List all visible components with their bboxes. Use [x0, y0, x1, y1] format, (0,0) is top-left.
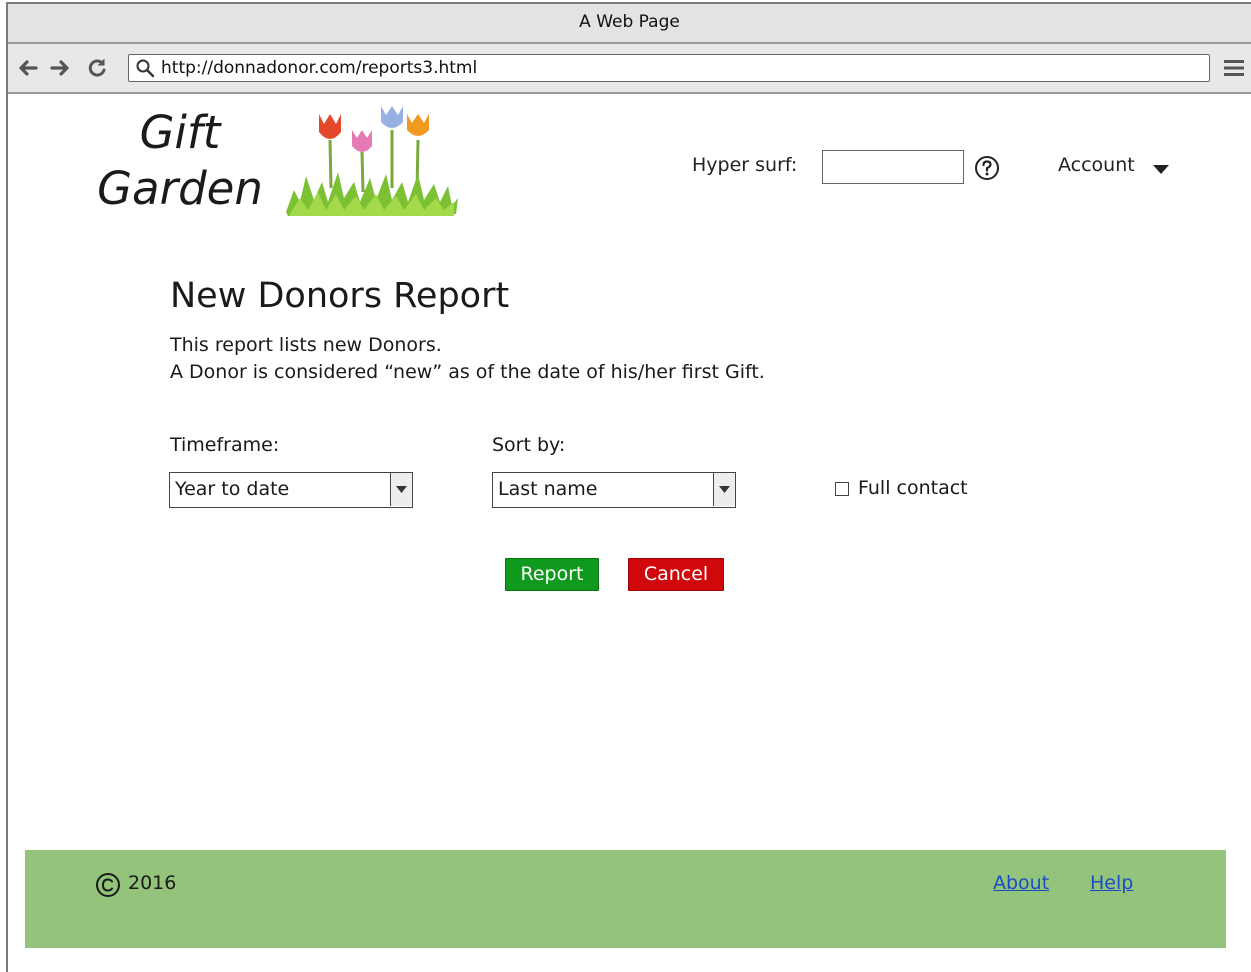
- description-line-1: This report lists new Donors.: [170, 334, 442, 356]
- report-button[interactable]: Report: [505, 558, 599, 591]
- forward-arrow-icon[interactable]: [48, 56, 72, 80]
- sort-by-value: Last name: [498, 478, 598, 500]
- browser-toolbar: http://donnadonor.com/reports3.html: [8, 44, 1251, 94]
- url-text: http://donnadonor.com/reports3.html: [161, 58, 478, 78]
- cancel-button[interactable]: Cancel: [628, 558, 724, 591]
- site-logo-text[interactable]: Gift Garden: [90, 105, 270, 217]
- copyright-year: 2016: [128, 872, 177, 894]
- footer: 2016 About Help: [25, 850, 1226, 948]
- search-label: Hyper surf:: [692, 154, 798, 176]
- description-line-2: A Donor is considered “new” as of the da…: [170, 361, 765, 383]
- window-title: A Web Page: [8, 4, 1251, 44]
- hyper-surf-input[interactable]: [822, 150, 964, 184]
- full-contact-checkbox[interactable]: [835, 482, 849, 496]
- full-contact-label[interactable]: Full contact: [858, 477, 968, 499]
- address-bar[interactable]: http://donnadonor.com/reports3.html: [128, 54, 1210, 82]
- timeframe-label: Timeframe:: [170, 434, 280, 456]
- help-link[interactable]: Help: [1090, 872, 1133, 894]
- page-title: New Donors Report: [170, 276, 510, 316]
- back-arrow-icon[interactable]: [16, 56, 40, 80]
- search-icon: [136, 59, 155, 78]
- chevron-down-icon: [396, 486, 407, 493]
- tulip-garden-logo-icon: [286, 106, 458, 216]
- account-menu[interactable]: Account: [1058, 154, 1135, 176]
- reload-icon[interactable]: [85, 56, 109, 80]
- chevron-down-icon: [719, 486, 730, 493]
- help-icon[interactable]: [974, 155, 1000, 181]
- about-link[interactable]: About: [993, 872, 1049, 894]
- hamburger-menu-icon[interactable]: [1223, 58, 1245, 78]
- sort-by-dropdown-button[interactable]: [713, 473, 735, 506]
- copyright-icon: [96, 873, 120, 897]
- logo-line-2: Garden: [97, 162, 263, 215]
- logo-line-1: Gift: [139, 106, 221, 159]
- caret-down-icon[interactable]: [1152, 163, 1170, 175]
- timeframe-value: Year to date: [175, 478, 290, 500]
- timeframe-dropdown-button[interactable]: [390, 473, 412, 506]
- sort-by-select[interactable]: Last name: [492, 472, 736, 508]
- timeframe-select[interactable]: Year to date: [169, 472, 413, 508]
- sort-by-label: Sort by:: [492, 434, 566, 456]
